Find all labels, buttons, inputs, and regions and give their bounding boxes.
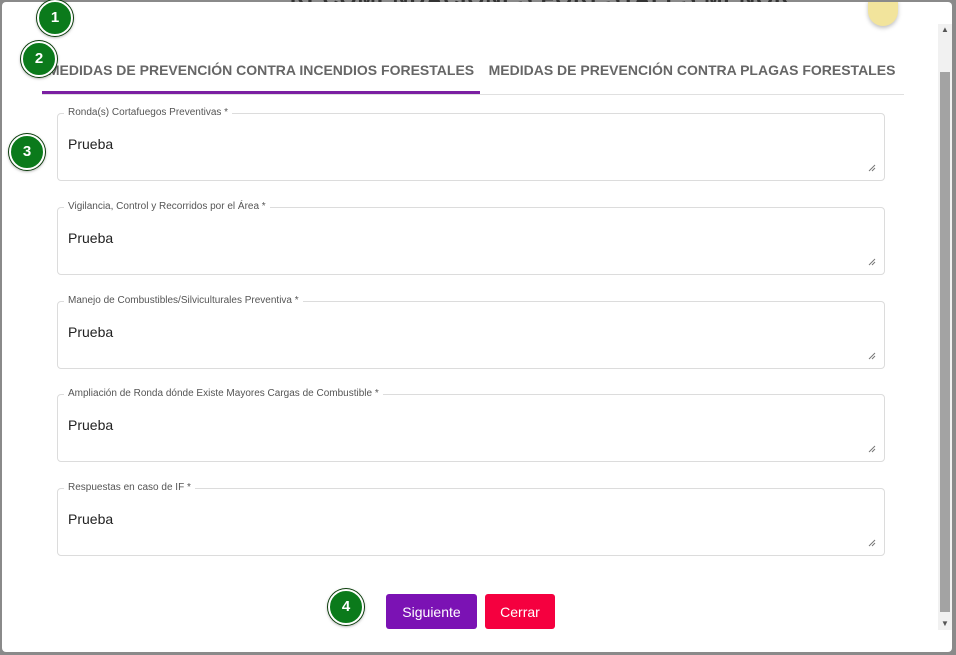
field-manejo-combustibles[interactable]: Manejo de Combustibles/Silviculturales P… [57,295,885,369]
resize-grip-icon[interactable] [868,164,876,172]
field-value[interactable]: Prueba [68,511,113,527]
modal-dialog: MEDIDAS DE PREVENCIÓN CONTRA INCENDIOS F… [2,2,952,652]
tab-incendios[interactable]: MEDIDAS DE PREVENCIÓN CONTRA INCENDIOS F… [42,52,480,94]
field-label: Manejo de Combustibles/Silviculturales P… [64,295,303,306]
field-value[interactable]: Prueba [68,136,113,152]
field-value[interactable]: Prueba [68,230,113,246]
close-button[interactable]: Cerrar [485,594,555,629]
field-label: Ampliación de Ronda dónde Existe Mayores… [64,388,383,399]
field-ronda-cortafuegos[interactable]: Ronda(s) Cortafuegos Preventivas * Prueb… [57,107,885,181]
resize-grip-icon[interactable] [868,445,876,453]
field-value[interactable]: Prueba [68,324,113,340]
tab-bar: MEDIDAS DE PREVENCIÓN CONTRA INCENDIOS F… [42,52,904,95]
resize-grip-icon[interactable] [868,352,876,360]
tab-plagas[interactable]: MEDIDAS DE PREVENCIÓN CONTRA PLAGAS FORE… [480,52,904,92]
scroll-thumb[interactable] [940,72,950,612]
scroll-down-icon[interactable]: ▼ [938,618,952,630]
field-vigilancia[interactable]: Vigilancia, Control y Recorridos por el … [57,201,885,275]
field-respuestas-if[interactable]: Respuestas en caso de IF * Prueba [57,482,885,556]
resize-grip-icon[interactable] [868,539,876,547]
modal-scrollbar[interactable]: ▲ ▼ [938,24,952,630]
field-label: Ronda(s) Cortafuegos Preventivas * [64,107,233,118]
marker-1: 1 [37,0,73,36]
marker-2: 2 [21,41,57,77]
field-value[interactable]: Prueba [68,417,113,433]
resize-grip-icon[interactable] [868,258,876,266]
field-label: Respuestas en caso de IF * [64,482,195,493]
next-button[interactable]: Siguiente [386,594,477,629]
status-indicator [868,2,898,26]
marker-3: 3 [9,134,45,170]
marker-4: 4 [328,589,364,625]
field-ampliacion-ronda[interactable]: Ampliación de Ronda dónde Existe Mayores… [57,388,885,462]
field-label: Vigilancia, Control y Recorridos por el … [64,201,270,212]
scroll-up-icon[interactable]: ▲ [938,24,952,36]
